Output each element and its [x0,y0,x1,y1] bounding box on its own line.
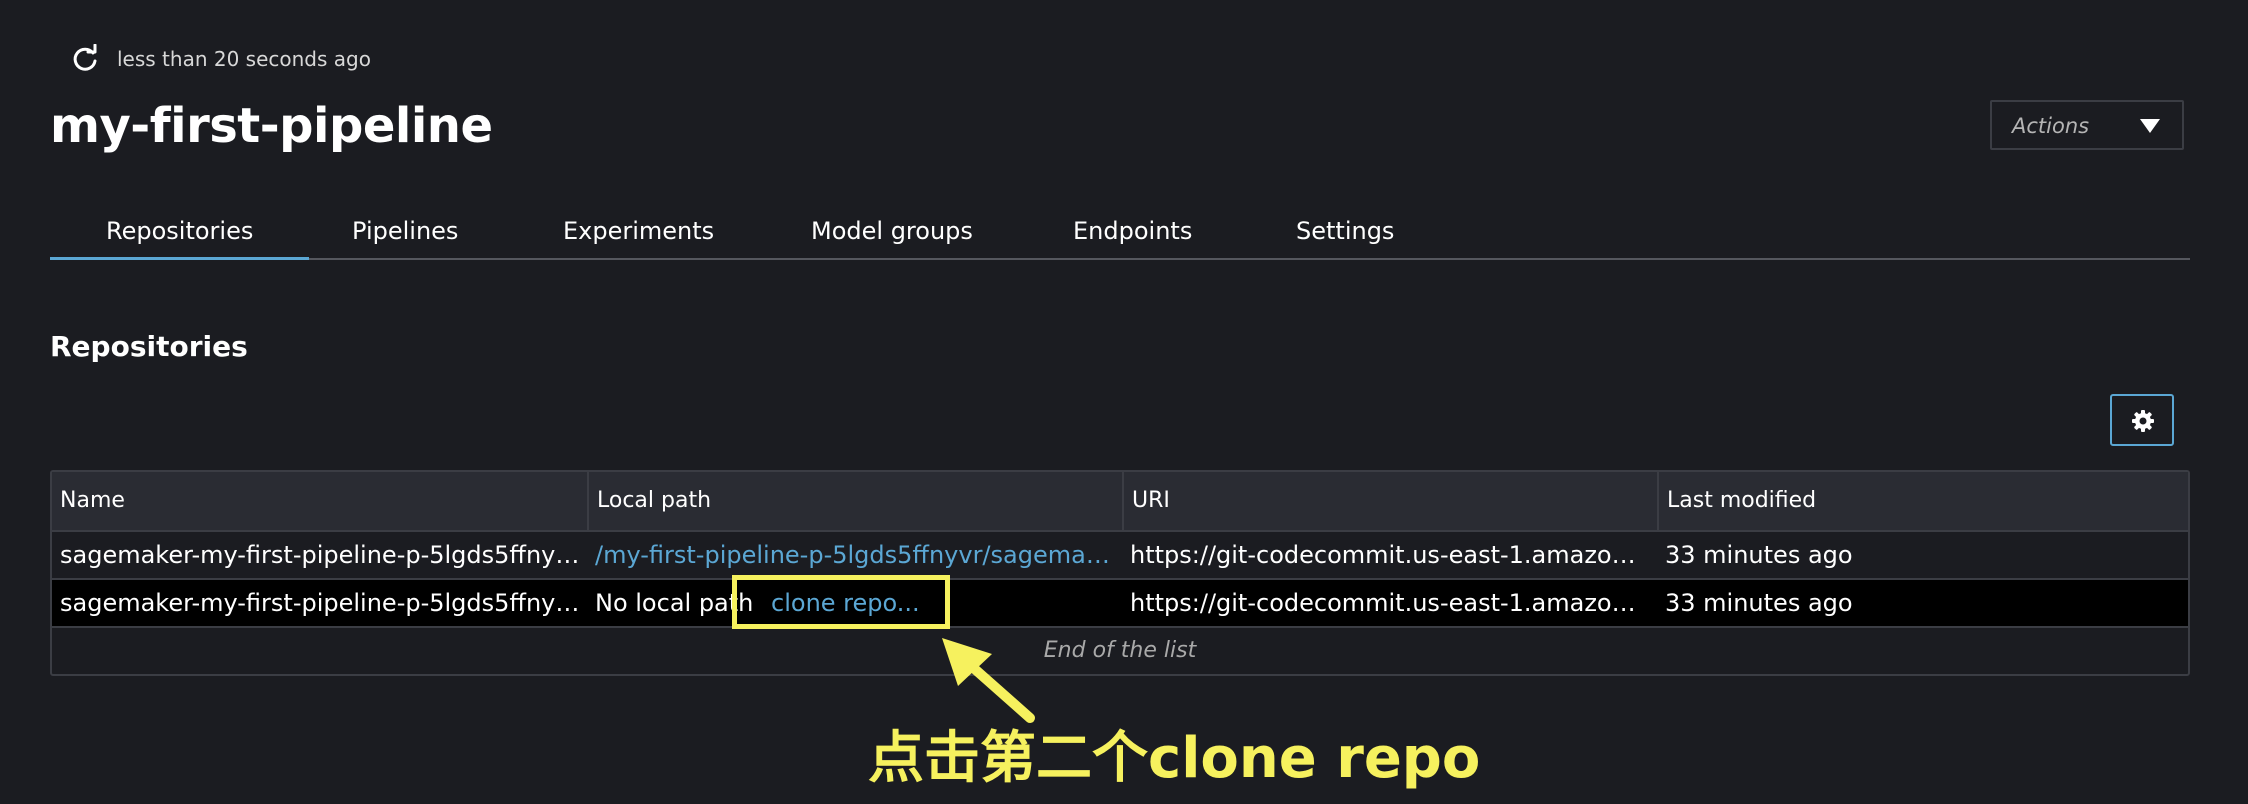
tab-endpoints[interactable]: Endpoints [1073,206,1192,258]
column-header-name[interactable]: Name [52,472,587,530]
last-modified: 33 minutes ago [1665,541,1853,569]
refresh-icon[interactable] [70,44,100,74]
repo-name: sagemaker-my-first-pipeline-p-5lgds5ffny… [60,541,580,569]
tab-settings[interactable]: Settings [1296,206,1394,258]
annotation-text: 点击第二个clone repo [868,726,1481,791]
table-row[interactable]: sagemaker-my-first-pipeline-p-5lgds5ffny… [52,580,2188,628]
column-header-uri[interactable]: URI [1122,472,1657,530]
end-of-list-text: End of the list [1043,638,1197,663]
repo-name: sagemaker-my-first-pipeline-p-5lgds5ffny… [60,589,580,617]
tab-repositories[interactable]: Repositories [49,206,310,260]
column-header-local-path[interactable]: Local path [587,472,1122,530]
repositories-table: Name Local path URI Last modified sagema… [50,470,2190,676]
annotation-highlight-box [732,575,950,629]
page-title: my-first-pipeline [50,98,493,154]
annotation-arrow-icon [942,638,1035,723]
tab-pipelines[interactable]: Pipelines [352,206,458,258]
section-title: Repositories [50,330,248,363]
local-path-link[interactable]: /my-first-pipeline-p-5lgds5ffnyvr/sagema… [587,532,1115,578]
actions-dropdown[interactable]: Actions [1990,100,2184,150]
last-modified: 33 minutes ago [1665,589,1853,617]
gear-icon [2132,410,2154,432]
caret-down-icon [2140,119,2160,133]
last-refreshed-text: less than 20 seconds ago [117,47,371,71]
table-header: Name Local path URI Last modified [52,472,2188,532]
column-header-last-modified[interactable]: Last modified [1657,472,2188,530]
table-row[interactable]: sagemaker-my-first-pipeline-p-5lgds5ffny… [52,532,2188,580]
tab-experiments[interactable]: Experiments [563,206,714,258]
no-local-path-text: No local path [595,589,754,617]
repo-uri: https://git-codecommit.us-east-1.amazona… [1130,589,1650,617]
tab-model-groups[interactable]: Model groups [811,206,973,258]
repo-uri: https://git-codecommit.us-east-1.amazona… [1130,541,1650,569]
actions-label: Actions [2012,114,2090,138]
table-settings-button[interactable] [2110,394,2174,446]
tab-bar: Repositories Pipelines Experiments Model… [49,206,2190,260]
